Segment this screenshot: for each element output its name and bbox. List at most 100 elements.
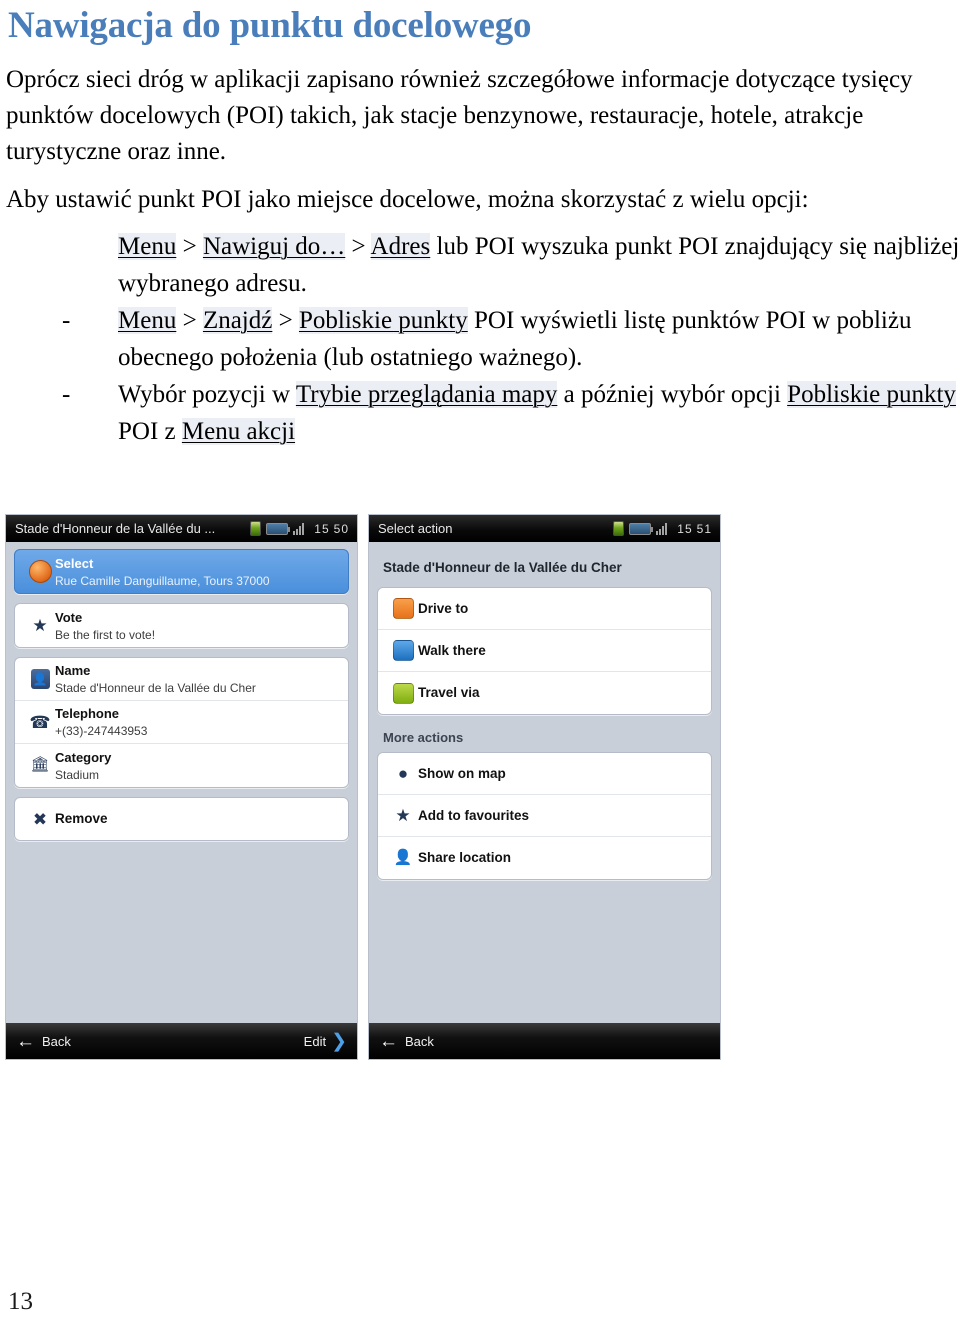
link-pobliskie-punkty[interactable]: Pobliskie punkty	[298, 307, 468, 334]
list-item-text: POI z	[118, 418, 182, 445]
list-item-subtitle: Stadium	[55, 767, 100, 782]
clock-hours: 15	[314, 521, 330, 536]
poi-marker-icon	[25, 560, 55, 583]
screenshot-figure: Stade d'Honneur de la Vallée du ... 15 50…	[5, 514, 721, 1060]
list-item-travel-via[interactable]: Travel via	[378, 672, 711, 714]
status-bar-icons: 15 50	[250, 521, 351, 536]
link-menu[interactable]: Menu	[118, 307, 177, 334]
intro-paragraph: Oprócz sieci dróg w aplikacji zapisano r…	[6, 66, 913, 165]
bottom-toolbar: ← Back Edit ❯	[6, 1023, 357, 1059]
phone-content: Stade d'Honneur de la Vallée du Cher Dri…	[369, 542, 720, 1034]
list-item-title: Add to favourites	[418, 807, 530, 823]
walk-there-icon	[388, 640, 418, 661]
list-item: Menu > Nawiguj do… > Adres lub POI wyszu…	[0, 228, 960, 302]
list-item-subtitle: Be the first to vote!	[55, 627, 156, 642]
page-number: 13	[8, 1288, 33, 1315]
status-bar-clock: 15 50	[309, 522, 351, 536]
back-button[interactable]: ← Back	[379, 1032, 434, 1051]
clock-hours: 15	[677, 521, 693, 536]
list-item-title: Drive to	[418, 600, 469, 616]
signal-bars-icon	[293, 522, 305, 535]
link-nawiguj-do[interactable]: Nawiguj do…	[202, 233, 346, 260]
link-adres[interactable]: Adres	[370, 233, 431, 260]
list-item-walk-there[interactable]: Walk there	[378, 630, 711, 672]
list-item-share-location[interactable]: 👤 Share location	[378, 837, 711, 879]
list-item-drive-to[interactable]: Drive to	[378, 588, 711, 630]
options-list: Menu > Nawiguj do… > Adres lub POI wyszu…	[0, 228, 960, 450]
back-button-label: Back	[405, 1033, 434, 1049]
list-item-text: a później wybór opcji	[557, 381, 788, 408]
list-item-title: Share location	[418, 850, 512, 865]
list-item-title: Show on map	[418, 765, 506, 781]
list-item-subtitle: Rue Camille Danguillaume, Tours 37000	[55, 573, 270, 588]
clock-minutes: 50	[333, 521, 349, 536]
arrow-right-icon: ❯	[331, 1030, 347, 1052]
share-location-icon: 👤	[393, 849, 413, 866]
battery-icon	[266, 522, 291, 535]
list-item-vote[interactable]: ★ Vote Be the first to vote!	[15, 604, 348, 647]
list-item-title: Remove	[55, 811, 108, 826]
list-item: - Wybór pozycji w Trybie przeglądania ma…	[0, 376, 960, 450]
category-icon: 🏛	[30, 757, 50, 773]
sep: >	[272, 307, 299, 334]
signal-bars-icon	[656, 522, 668, 535]
link-znajdz[interactable]: Znajdź	[202, 307, 273, 334]
back-button-label: Back	[42, 1033, 71, 1049]
list-item-show-on-map[interactable]: ● Show on map	[378, 753, 711, 795]
list-dash: -	[62, 381, 71, 408]
status-bar: Select action 15 51	[369, 515, 720, 542]
edit-button[interactable]: Edit ❯	[304, 1032, 347, 1051]
phone-screenshot-select-action: Select action 15 51 Stade d'Honneur de la…	[368, 514, 721, 1060]
select-card[interactable]: Select Rue Camille Danguillaume, Tours 3…	[14, 549, 349, 594]
list-item-title: Telephone	[55, 706, 120, 721]
battery-icon	[629, 522, 654, 535]
page-title: Nawigacja do punktu docelowego	[8, 5, 532, 46]
sep: >	[345, 233, 371, 260]
star-icon: ★	[395, 806, 411, 825]
telephone-icon: ☎	[29, 712, 51, 732]
list-item-category[interactable]: 🏛 Category Stadium	[15, 744, 348, 787]
gps-icon	[613, 521, 625, 536]
options-lead-paragraph: Aby ustawić punkt POI jako miejsce docel…	[6, 186, 809, 213]
remove-card[interactable]: ✖ Remove	[14, 797, 349, 841]
phone-screenshot-poi-details: Stade d'Honneur de la Vallée du ... 15 50…	[5, 514, 358, 1060]
list-item-remove[interactable]: ✖ Remove	[15, 798, 348, 840]
link-menu[interactable]: Menu	[118, 233, 177, 260]
list-item-add-to-favourites[interactable]: ★ Add to favourites	[378, 795, 711, 837]
list-item-text: Wybór pozycji w	[118, 381, 296, 408]
status-bar-clock: 15 51	[672, 522, 714, 536]
clock-minutes: 51	[696, 521, 712, 536]
primary-actions-card: Drive to Walk there Travel via	[377, 587, 712, 715]
bottom-toolbar: ← Back	[369, 1023, 720, 1059]
list-item-title: Travel via	[418, 685, 480, 700]
list-item: - Menu > Znajdź > Pobliskie punkty POI w…	[0, 302, 960, 376]
status-bar-icons: 15 51	[613, 521, 714, 536]
list-item-title: Category	[55, 749, 112, 765]
list-item-select[interactable]: Select Rue Camille Danguillaume, Tours 3…	[15, 550, 348, 593]
drive-to-icon	[388, 598, 418, 619]
travel-via-icon	[388, 682, 418, 704]
list-item-title: Walk there	[418, 642, 486, 658]
remove-x-icon: ✖	[32, 809, 48, 829]
sep: >	[176, 233, 203, 260]
arrow-left-icon: ←	[379, 1030, 398, 1052]
more-actions-header: More actions	[383, 730, 464, 745]
sep: >	[176, 307, 203, 334]
link-pobliskie-punkty[interactable]: Pobliskie punkty	[787, 381, 956, 408]
gps-icon	[250, 521, 262, 536]
vote-card[interactable]: ★ Vote Be the first to vote!	[14, 603, 349, 648]
list-item-telephone[interactable]: ☎ Telephone +(33)-247443953	[15, 701, 348, 744]
star-icon: ★	[32, 616, 48, 635]
status-bar-title: Select action	[378, 521, 453, 536]
list-item-subtitle: +(33)-247443953	[55, 724, 148, 738]
link-tryb-przegladania-mapy[interactable]: Trybie przeglądania mapy	[295, 381, 558, 408]
link-menu-akcji[interactable]: Menu akcji	[181, 418, 296, 445]
list-item-name[interactable]: 👤 Name Stade d'Honneur de la Vallée du C…	[15, 658, 348, 701]
show-on-map-icon: ●	[397, 764, 409, 783]
list-item-title: Name	[55, 663, 91, 678]
list-item-title: Select	[55, 555, 94, 571]
phone-content: Select Rue Camille Danguillaume, Tours 3…	[6, 542, 357, 1034]
back-button[interactable]: ← Back	[16, 1032, 71, 1051]
details-card: 👤 Name Stade d'Honneur de la Vallée du C…	[14, 657, 349, 788]
poi-name-header: Stade d'Honneur de la Vallée du Cher	[383, 560, 622, 575]
